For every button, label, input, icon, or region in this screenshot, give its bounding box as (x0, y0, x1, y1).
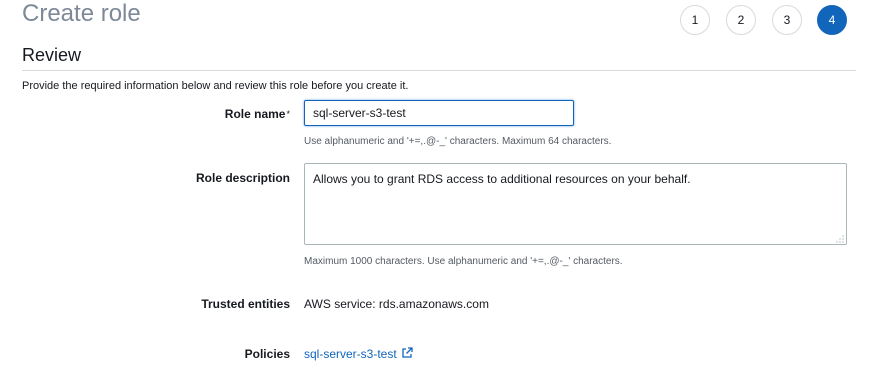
section-title-review: Review (22, 45, 82, 65)
external-link-icon[interactable] (401, 347, 413, 362)
step-2-button[interactable]: 2 (726, 5, 756, 35)
section-divider (22, 70, 856, 71)
step-1-button[interactable]: 1 (680, 5, 710, 35)
role-description-textarea[interactable] (304, 163, 847, 245)
review-intro-text: Provide the required information below a… (22, 80, 409, 92)
resize-handle-icon[interactable] (836, 235, 844, 243)
step-4-button-active[interactable]: 4 (817, 5, 847, 35)
role-name-input[interactable] (304, 100, 574, 126)
role-name-hint: Use alphanumeric and '+=,.@-_' character… (304, 136, 612, 147)
role-name-label: Role name* (225, 107, 290, 121)
role-name-label-text: Role name (224, 107, 286, 121)
policy-link[interactable]: sql-server-s3-test (304, 347, 413, 362)
trusted-entities-value: AWS service: rds.amazonaws.com (304, 297, 489, 311)
required-marker: * (286, 109, 290, 119)
policies-label: Policies (244, 347, 290, 361)
role-description-hint: Maximum 1000 characters. Use alphanumeri… (304, 256, 623, 267)
role-description-label: Role description (195, 171, 290, 185)
policy-link-text[interactable]: sql-server-s3-test (304, 347, 397, 361)
trusted-entities-label: Trusted entities (201, 297, 290, 311)
page-title: Create role (22, 0, 141, 27)
step-3-button[interactable]: 3 (772, 5, 802, 35)
